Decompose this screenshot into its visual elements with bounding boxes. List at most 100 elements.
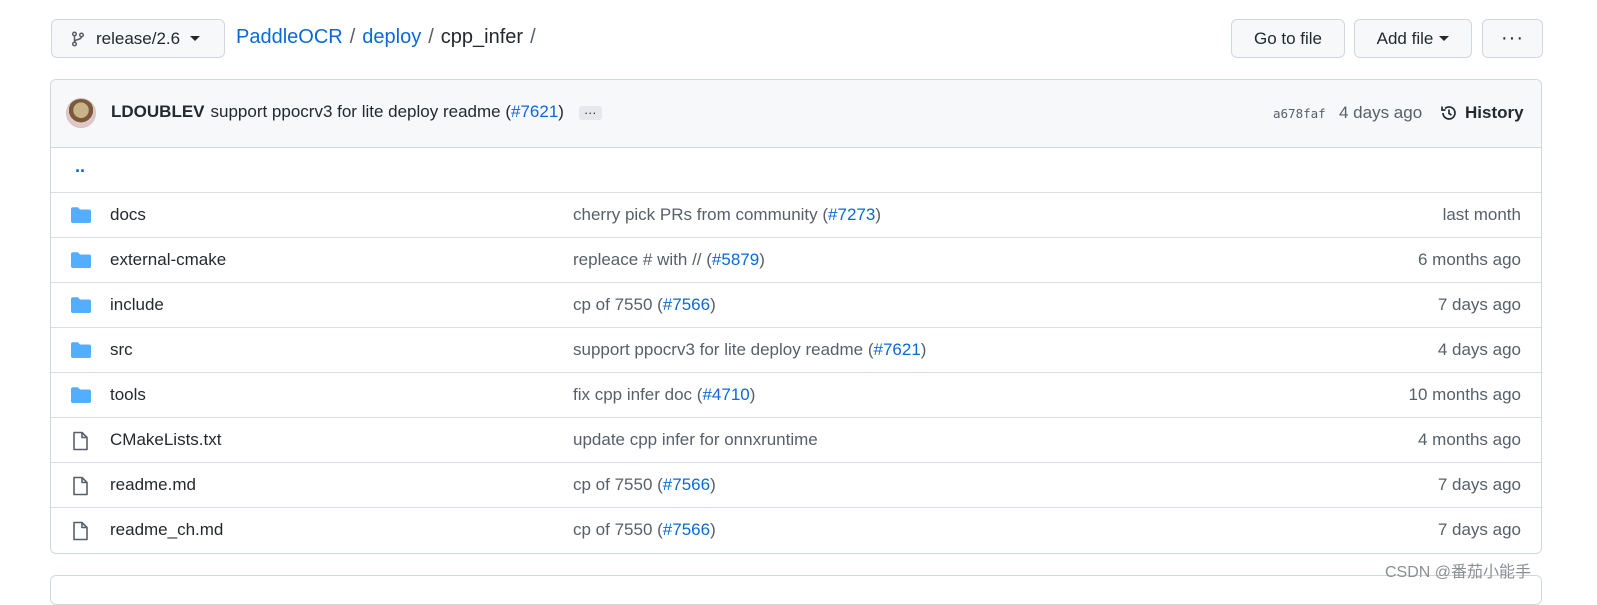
branch-select-button[interactable]: release/2.6 bbox=[51, 19, 225, 58]
kebab-horizontal-icon: ··· bbox=[1501, 27, 1524, 49]
file-commit-message: repleace # with // (#5879) bbox=[573, 250, 765, 270]
file-icon bbox=[70, 476, 90, 501]
watermark: CSDN @番茄小能手 bbox=[1385, 564, 1532, 581]
breadcrumb: PaddleOCR / deploy / cpp_infer / bbox=[236, 26, 543, 49]
breadcrumb-separator: / bbox=[349, 26, 356, 48]
file-commit-text-end: ) bbox=[710, 295, 716, 314]
file-row[interactable]: docs cherry pick PRs from community (#727… bbox=[51, 193, 1541, 238]
go-to-file-button[interactable]: Go to file bbox=[1231, 19, 1345, 58]
latest-commit-message: LDOUBLEV support ppocrv3 for lite deploy … bbox=[111, 102, 602, 122]
file-commit-message: cp of 7550 (#7566) bbox=[573, 520, 716, 540]
file-commit-pr-link[interactable]: #5879 bbox=[712, 250, 759, 269]
folder-icon bbox=[70, 206, 92, 229]
file-commit-message: support ppocrv3 for lite deploy readme (… bbox=[573, 340, 926, 360]
file-commit-age: 4 months ago bbox=[1417, 430, 1521, 449]
file-commit-age: 7 days ago bbox=[1437, 475, 1521, 494]
file-commit-pr-link[interactable]: #7566 bbox=[663, 520, 710, 539]
breadcrumb-separator: / bbox=[428, 26, 434, 48]
history-label: History bbox=[1465, 103, 1524, 122]
file-commit-text-end: ) bbox=[875, 205, 881, 224]
file-name-link[interactable]: docs bbox=[110, 205, 146, 225]
file-commit-text[interactable]: cp of 7550 ( bbox=[573, 295, 663, 314]
folder-icon bbox=[70, 386, 92, 409]
more-options-button[interactable]: ··· bbox=[1482, 19, 1543, 58]
breadcrumb-current: cpp_infer bbox=[440, 26, 524, 48]
commit-pr-link[interactable]: #7621 bbox=[511, 102, 558, 121]
parent-directory-row[interactable]: .. bbox=[51, 148, 1541, 193]
file-browser: LDOUBLEV support ppocrv3 for lite deploy … bbox=[50, 79, 1542, 554]
file-row[interactable]: readme_ch.md cp of 7550 (#7566) 7 days ago bbox=[51, 508, 1541, 553]
history-button[interactable]: History bbox=[1439, 103, 1524, 123]
readme-box bbox=[50, 575, 1542, 605]
chevron-down-icon bbox=[190, 36, 201, 41]
file-commit-message: cherry pick PRs from community (#7273) bbox=[573, 205, 881, 225]
expand-commit-button[interactable]: … bbox=[578, 103, 602, 120]
file-row[interactable]: tools fix cpp infer doc (#4710) 10 months … bbox=[51, 373, 1541, 418]
add-file-button[interactable]: Add file bbox=[1354, 19, 1472, 58]
file-commit-text-end: ) bbox=[920, 340, 927, 359]
file-commit-text[interactable]: cp of 7550 ( bbox=[573, 520, 663, 539]
commit-sha[interactable]: a678faf bbox=[1273, 106, 1326, 121]
file-commit-message: cp of 7550 (#7566) bbox=[573, 475, 716, 495]
file-commit-pr-link[interactable]: #7621 bbox=[874, 340, 921, 359]
breadcrumb-repo-link[interactable]: PaddleOCR bbox=[236, 26, 343, 49]
file-commit-pr-link[interactable]: #7566 bbox=[663, 295, 710, 314]
file-commit-text-end: ) bbox=[710, 520, 716, 539]
file-commit-message: update cpp infer for onnxruntime bbox=[573, 430, 818, 450]
repo-header: release/2.6 PaddleOCR / deploy / cpp_inf… bbox=[51, 19, 1543, 60]
file-commit-age: last month bbox=[1442, 205, 1521, 224]
commit-message-end: ) bbox=[558, 102, 564, 121]
file-commit-age: 7 days ago bbox=[1437, 520, 1521, 539]
file-commit-text-end: ) bbox=[749, 385, 756, 404]
file-commit-text[interactable]: repleace # with // ( bbox=[573, 250, 712, 269]
file-name-link[interactable]: include bbox=[110, 295, 164, 315]
breadcrumb-dir-link[interactable]: deploy bbox=[362, 26, 421, 49]
file-row[interactable]: CMakeLists.txt update cpp infer for onnxr… bbox=[51, 418, 1541, 463]
folder-icon bbox=[70, 296, 92, 319]
file-commit-text[interactable]: cherry pick PRs from community ( bbox=[573, 205, 828, 224]
file-icon bbox=[70, 521, 90, 546]
branch-label: release/2.6 bbox=[96, 28, 181, 48]
chevron-down-icon bbox=[1439, 36, 1450, 41]
folder-icon bbox=[70, 341, 92, 364]
commit-time: 4 days ago bbox=[1339, 103, 1423, 122]
file-commit-text[interactable]: cp of 7550 ( bbox=[573, 475, 663, 494]
file-name-link[interactable]: external-cmake bbox=[110, 250, 226, 270]
folder-icon bbox=[70, 251, 92, 274]
file-name-link[interactable]: readme_ch.md bbox=[110, 520, 223, 540]
file-row[interactable]: src support ppocrv3 for lite deploy readm… bbox=[51, 328, 1541, 373]
file-commit-text-end: ) bbox=[710, 475, 716, 494]
file-commit-message: fix cpp infer doc (#4710) bbox=[573, 385, 755, 405]
git-branch-icon bbox=[71, 30, 85, 47]
file-commit-age: 4 days ago bbox=[1437, 340, 1521, 359]
file-commit-text[interactable]: support ppocrv3 for lite deploy readme ( bbox=[573, 340, 874, 359]
commit-author[interactable]: LDOUBLEV bbox=[111, 102, 205, 121]
file-name-link[interactable]: readme.md bbox=[110, 475, 196, 495]
file-commit-age: 6 months ago bbox=[1417, 250, 1521, 269]
parent-directory-link[interactable]: .. bbox=[75, 156, 85, 177]
file-commit-age: 7 days ago bbox=[1437, 295, 1521, 314]
file-icon bbox=[70, 431, 90, 456]
commit-message-text[interactable]: support ppocrv3 for lite deploy readme ( bbox=[211, 102, 512, 121]
file-commit-message: cp of 7550 (#7566) bbox=[573, 295, 716, 315]
breadcrumb-separator: / bbox=[530, 26, 536, 48]
file-name-link[interactable]: CMakeLists.txt bbox=[110, 430, 221, 450]
add-file-label: Add file bbox=[1376, 28, 1434, 48]
file-name-link[interactable]: src bbox=[110, 340, 133, 360]
file-list: docs cherry pick PRs from community (#727… bbox=[51, 193, 1541, 553]
file-commit-pr-link[interactable]: #7273 bbox=[828, 205, 875, 224]
file-commit-text[interactable]: fix cpp infer doc ( bbox=[573, 385, 702, 404]
file-commit-text-end: ) bbox=[759, 250, 765, 269]
file-commit-age: 10 months ago bbox=[1408, 385, 1521, 404]
file-name-link[interactable]: tools bbox=[110, 385, 146, 405]
history-icon bbox=[1441, 106, 1456, 120]
latest-commit-bar: LDOUBLEV support ppocrv3 for lite deploy … bbox=[51, 80, 1541, 148]
go-to-file-label: Go to file bbox=[1253, 28, 1323, 48]
file-row[interactable]: readme.md cp of 7550 (#7566) 7 days ago bbox=[51, 463, 1541, 508]
file-row[interactable]: external-cmake repleace # with // (#5879)… bbox=[51, 238, 1541, 283]
file-commit-pr-link[interactable]: #7566 bbox=[663, 475, 710, 494]
file-commit-text[interactable]: update cpp infer for onnxruntime bbox=[573, 430, 818, 449]
file-commit-pr-link[interactable]: #4710 bbox=[702, 385, 749, 404]
avatar[interactable] bbox=[66, 98, 96, 128]
file-row[interactable]: include cp of 7550 (#7566) 7 days ago bbox=[51, 283, 1541, 328]
